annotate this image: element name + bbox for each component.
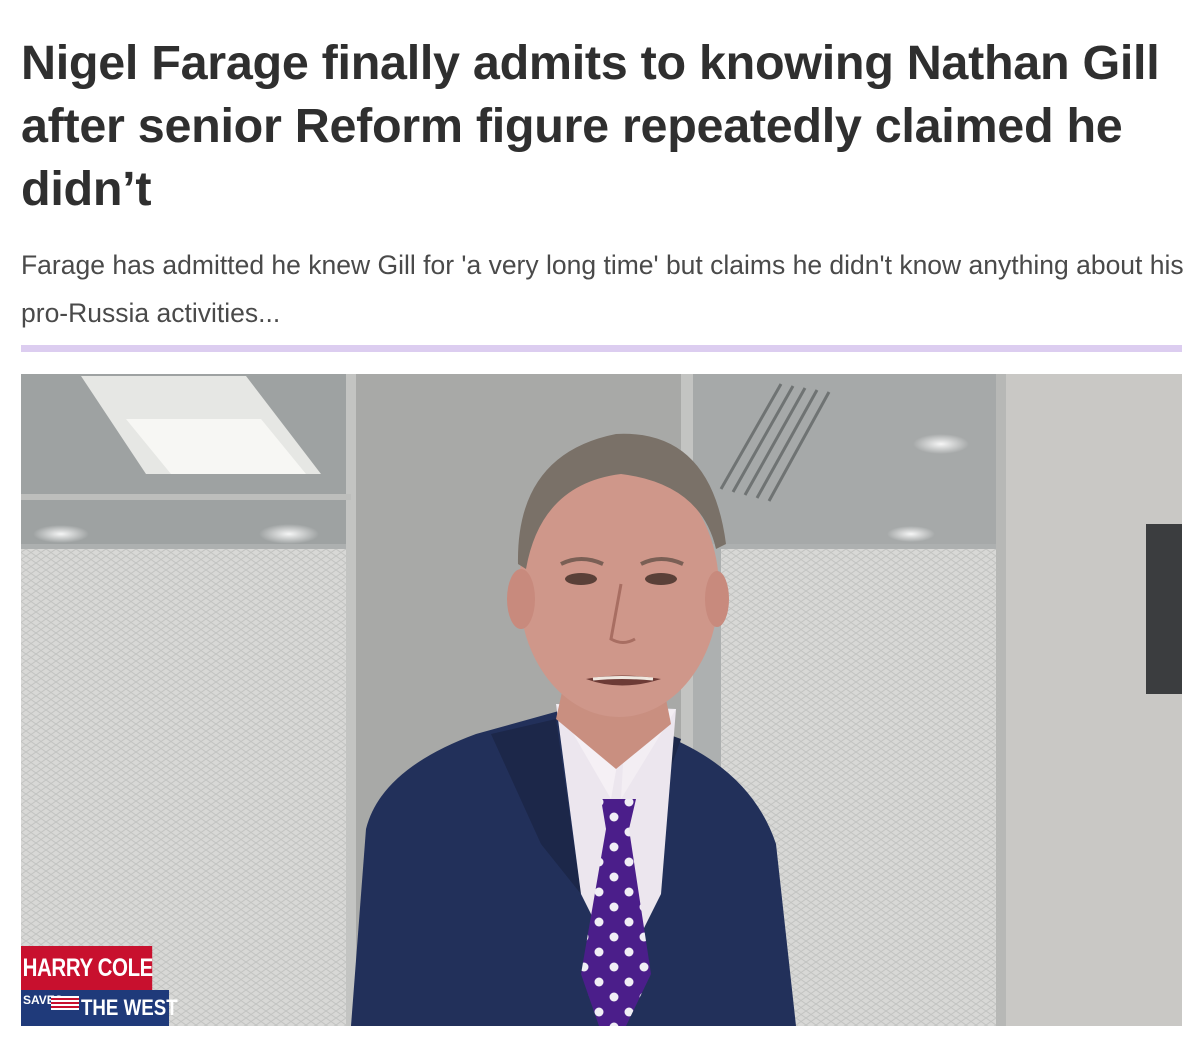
lower-third-subtitle-bar: SAVES THE WEST bbox=[21, 990, 178, 1026]
article-photo: HARRY COLE SAVES THE WEST bbox=[21, 374, 1182, 1026]
lower-third-subtitle: THE WEST bbox=[81, 995, 178, 1020]
headline: Nigel Farage finally admits to knowing N… bbox=[21, 36, 1160, 216]
photo-scene bbox=[21, 374, 1182, 1026]
lower-third-banner: HARRY COLE SAVES THE WEST bbox=[21, 946, 181, 1026]
flag-stripes-icon bbox=[51, 996, 79, 1010]
standfirst: Farage has admitted he knew Gill for 'a … bbox=[21, 250, 1184, 328]
lower-third-title: HARRY COLE bbox=[21, 946, 153, 990]
divider bbox=[21, 345, 1182, 352]
article: Nigel Farage finally admits to knowing N… bbox=[0, 0, 1200, 1039]
